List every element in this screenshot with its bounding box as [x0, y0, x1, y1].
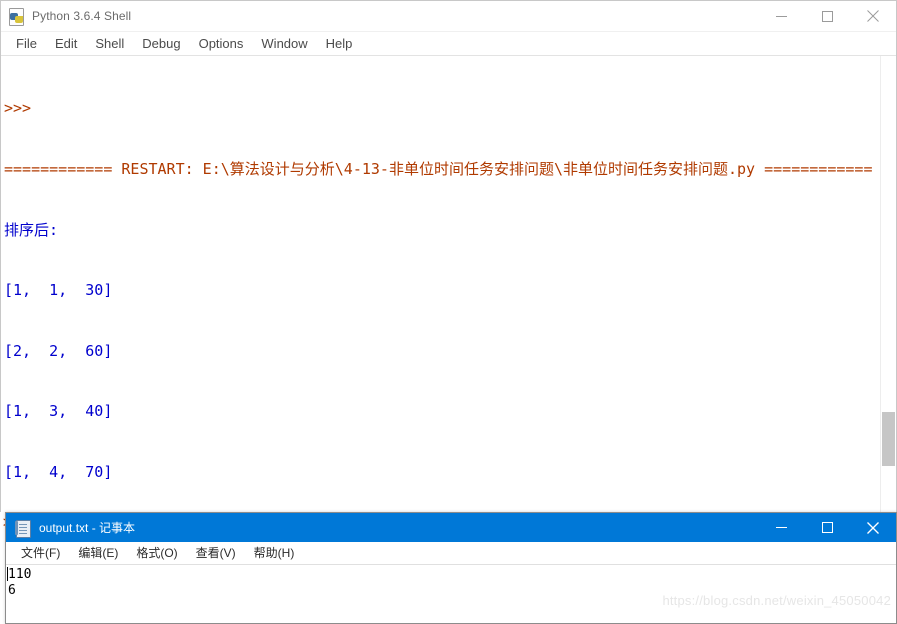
notepad-line: 110 [8, 567, 32, 582]
notepad-window-title: output.txt - 记事本 [39, 521, 136, 535]
maximize-button[interactable] [804, 1, 850, 31]
menu-item-debug[interactable]: Debug [133, 34, 189, 54]
shell-restart-banner: ============ RESTART: E:\算法设计与分析\4-13-非单… [4, 160, 873, 179]
watermark-text: https://blog.csdn.net/weixin_45050042 [662, 593, 891, 608]
notepad-window-controls [758, 513, 896, 542]
notepad-menubar: 文件(F) 编辑(E) 格式(O) 查看(V) 帮助(H) [6, 542, 896, 565]
menu-item-view[interactable]: 查看(V) [187, 542, 245, 564]
idle-window-controls [758, 1, 896, 31]
scrollbar-thumb[interactable] [882, 412, 895, 466]
idle-menubar: File Edit Shell Debug Options Window Hel… [1, 32, 896, 56]
minimize-button[interactable] [758, 513, 804, 542]
menu-item-edit[interactable]: 编辑(E) [69, 542, 127, 564]
shell-sorted-label: 排序后: [4, 220, 59, 239]
minimize-icon [775, 527, 787, 528]
close-button[interactable] [850, 513, 896, 542]
idle-titlebar[interactable]: Python 3.6.4 Shell [1, 1, 896, 32]
idle-window-title: Python 3.6.4 Shell [32, 9, 132, 23]
maximize-icon [821, 522, 833, 533]
maximize-icon [821, 10, 833, 22]
menu-item-file[interactable]: File [7, 34, 46, 54]
shell-sorted-row: [1, 1, 30] [4, 281, 113, 300]
menu-item-shell[interactable]: Shell [86, 34, 133, 54]
notepad-titlebar[interactable]: output.txt - 记事本 [6, 513, 896, 542]
menu-item-edit[interactable]: Edit [46, 34, 86, 54]
menu-item-file[interactable]: 文件(F) [12, 542, 69, 564]
shell-sorted-row: [1, 3, 40] [4, 402, 113, 421]
notepad-icon [15, 519, 31, 538]
menu-item-window[interactable]: Window [252, 34, 316, 54]
python-file-icon [9, 8, 25, 26]
minimize-icon [775, 15, 787, 17]
shell-prompt-top: >>> [4, 99, 41, 118]
menu-item-options[interactable]: Options [190, 34, 253, 54]
menu-item-help[interactable]: 帮助(H) [245, 542, 304, 564]
menu-item-format[interactable]: 格式(O) [127, 542, 186, 564]
maximize-button[interactable] [804, 513, 850, 542]
menu-item-help[interactable]: Help [317, 34, 362, 54]
shell-sorted-row: [1, 4, 70] [4, 463, 113, 482]
minimize-button[interactable] [758, 1, 804, 31]
close-icon [867, 521, 879, 534]
shell-sorted-row: [2, 2, 60] [4, 341, 113, 360]
close-button[interactable] [850, 1, 896, 31]
text-caret [7, 567, 8, 581]
close-icon [867, 10, 879, 22]
